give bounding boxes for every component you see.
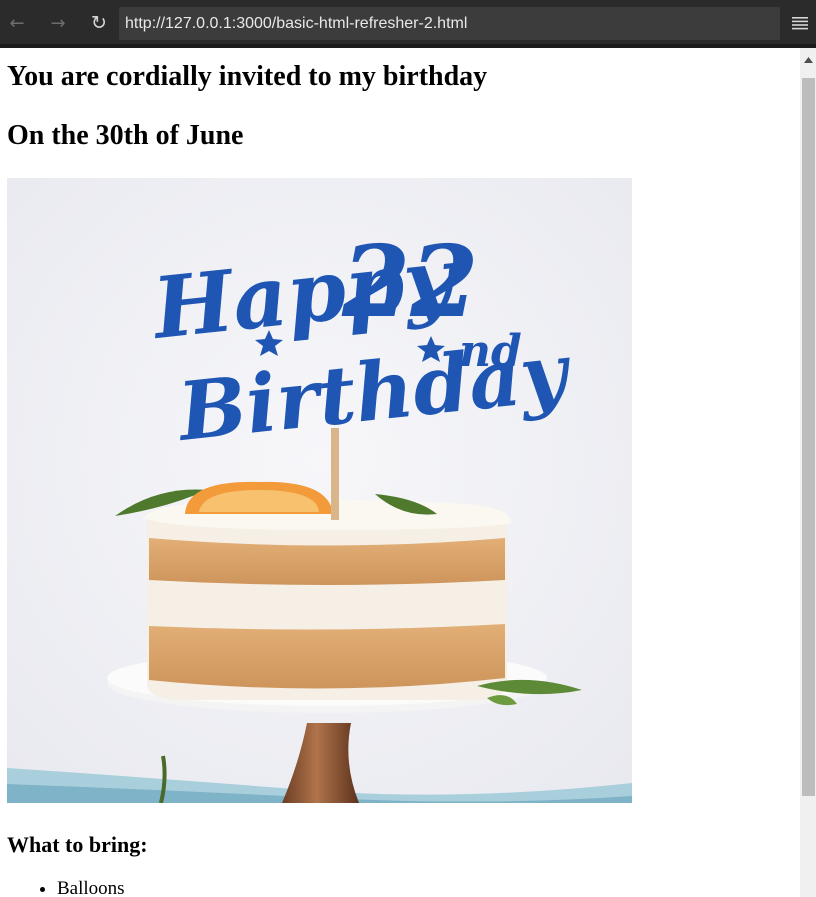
page-content: You are cordially invited to my birthday…: [0, 48, 800, 897]
vertical-scrollbar[interactable]: [800, 48, 816, 897]
browser-toolbar: ← → ↻ http://127.0.0.1:3000/basic-html-r…: [0, 0, 816, 48]
back-arrow-icon: ←: [9, 12, 25, 34]
list-item: Balloons: [57, 878, 125, 897]
scroll-up-button[interactable]: [800, 48, 816, 72]
date-heading: On the 30th of June: [7, 120, 244, 151]
invitation-heading: You are cordially invited to my birthday: [7, 61, 488, 92]
what-to-bring-heading: What to bring:: [7, 832, 148, 857]
forward-button[interactable]: →: [43, 8, 73, 38]
back-button[interactable]: ←: [2, 8, 32, 38]
birthday-cake-image: Happy 22 nd Birthday: [7, 178, 632, 803]
topper-number-text: 22: [341, 225, 478, 340]
reload-button[interactable]: ↻: [84, 8, 114, 38]
reload-icon: ↻: [91, 12, 107, 34]
address-bar[interactable]: http://127.0.0.1:3000/basic-html-refresh…: [119, 7, 780, 40]
forward-arrow-icon: →: [50, 12, 66, 34]
scroll-up-arrow-icon: [803, 57, 813, 63]
menu-button[interactable]: [788, 9, 812, 37]
hamburger-menu-icon: [792, 17, 808, 30]
scrollbar-thumb[interactable]: [802, 78, 815, 796]
bring-list: Balloons: [0, 878, 125, 897]
